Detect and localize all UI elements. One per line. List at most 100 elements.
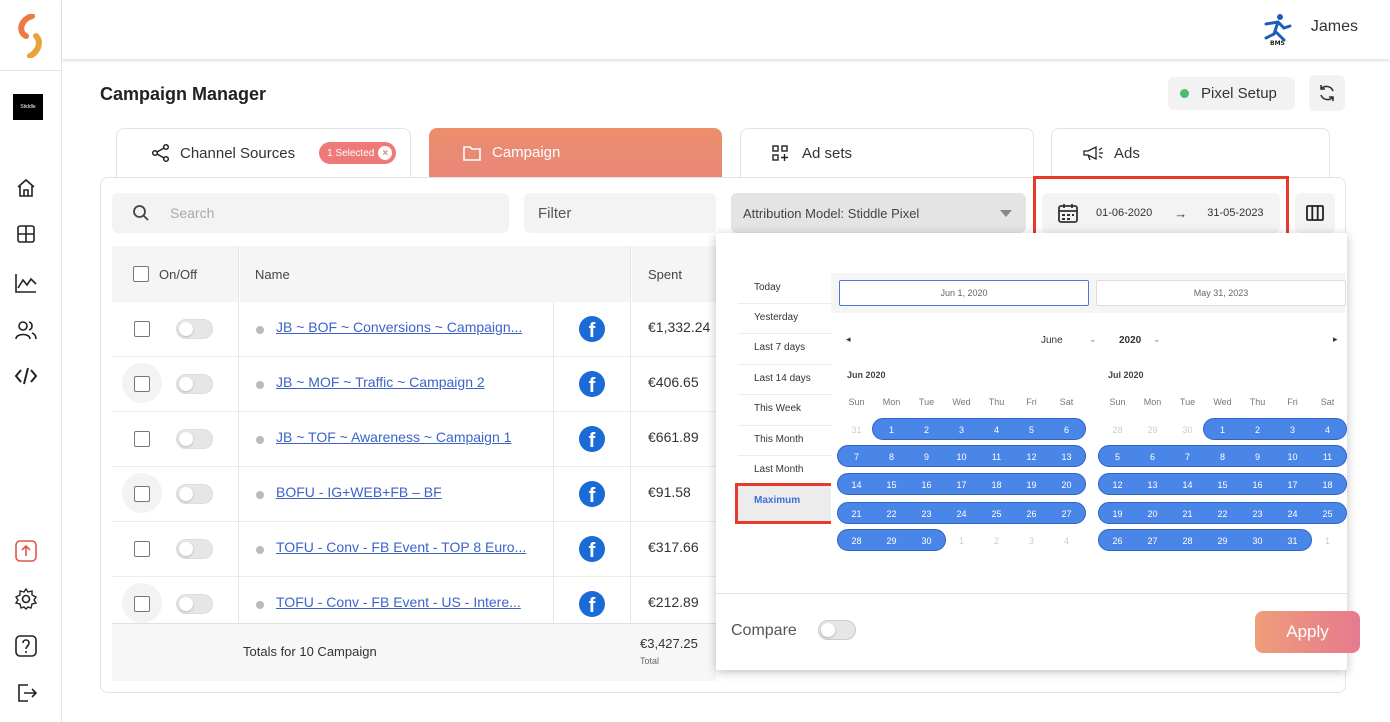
calendar-day[interactable]: 17 <box>1275 475 1310 495</box>
calendar-day[interactable]: 7 <box>1170 447 1205 467</box>
calendar-day[interactable]: 8 <box>1205 447 1240 467</box>
preset-last-14-days[interactable]: Last 14 days <box>754 373 811 384</box>
campaign-name-link[interactable]: JB ~ MOF ~ Traffic ~ Campaign 2 <box>276 374 485 390</box>
logout-icon[interactable] <box>13 680 39 706</box>
calendar-day[interactable]: 25 <box>1310 504 1345 524</box>
search-input[interactable]: Search <box>112 193 509 233</box>
row-status-toggle[interactable] <box>176 319 213 339</box>
preset-this-week[interactable]: This Week <box>754 403 801 414</box>
calendar-day[interactable]: 12 <box>1014 447 1049 467</box>
calendar-day[interactable]: 1 <box>874 420 909 440</box>
row-status-toggle[interactable] <box>176 484 213 504</box>
calendar-day[interactable]: 16 <box>909 475 944 495</box>
campaign-name-link[interactable]: JB ~ BOF ~ Conversions ~ Campaign... <box>276 319 522 335</box>
calendar-day[interactable]: 9 <box>909 447 944 467</box>
calendar-day[interactable]: 19 <box>1014 475 1049 495</box>
campaign-name-link[interactable]: TOFU - Conv - FB Event - US - Intere... <box>276 594 521 610</box>
calendar-day[interactable]: 23 <box>1240 504 1275 524</box>
calendar-day[interactable]: 4 <box>1049 531 1084 551</box>
calendar-day[interactable]: 21 <box>839 504 874 524</box>
calendar-day[interactable]: 24 <box>944 504 979 524</box>
table-row[interactable]: JB ~ MOF ~ Traffic ~ Campaign 2 f €406.65 <box>112 357 716 412</box>
row-checkbox[interactable] <box>134 596 150 612</box>
app-logo-icon[interactable] <box>14 14 46 58</box>
calendar-day[interactable]: 20 <box>1135 504 1170 524</box>
row-checkbox[interactable] <box>134 486 150 502</box>
calendar-day[interactable]: 28 <box>1170 531 1205 551</box>
upload-icon[interactable] <box>13 538 39 564</box>
calendar-day[interactable]: 3 <box>1014 531 1049 551</box>
calendar-day[interactable]: 15 <box>1205 475 1240 495</box>
row-checkbox[interactable] <box>134 321 150 337</box>
calendar-day[interactable]: 25 <box>979 504 1014 524</box>
calendar-day[interactable]: 31 <box>1275 531 1310 551</box>
attribution-model-select[interactable]: Attribution Model: Stiddle Pixel <box>731 193 1026 233</box>
calendar-day[interactable]: 11 <box>979 447 1014 467</box>
dashboard-grid-icon[interactable] <box>13 221 39 247</box>
row-status-toggle[interactable] <box>176 539 213 559</box>
calendar-day[interactable]: 29 <box>874 531 909 551</box>
calendar-day[interactable]: 12 <box>1100 475 1135 495</box>
calendar-day[interactable]: 10 <box>944 447 979 467</box>
users-icon[interactable] <box>13 317 39 343</box>
year-select[interactable]: 2020 <box>1119 335 1141 346</box>
column-header-spent[interactable]: Spent <box>632 246 716 302</box>
calendar-day[interactable]: 11 <box>1310 447 1345 467</box>
calendar-day[interactable]: 16 <box>1240 475 1275 495</box>
calendar-day[interactable]: 26 <box>1100 531 1135 551</box>
calendar-day[interactable]: 4 <box>979 420 1014 440</box>
prev-month-icon[interactable]: ◂ <box>846 334 851 345</box>
calendar-day[interactable]: 31 <box>839 420 874 440</box>
preset-today[interactable]: Today <box>754 282 781 293</box>
calendar-day[interactable]: 9 <box>1240 447 1275 467</box>
calendar-day[interactable]: 2 <box>1240 420 1275 440</box>
table-row[interactable]: JB ~ BOF ~ Conversions ~ Campaign... f €1,… <box>112 302 716 357</box>
filter-input[interactable]: Filter <box>524 193 716 233</box>
calendar-day[interactable]: 7 <box>839 447 874 467</box>
calendar-day[interactable]: 21 <box>1170 504 1205 524</box>
calendar-day[interactable]: 3 <box>944 420 979 440</box>
end-date-input[interactable]: May 31, 2023 <box>1096 280 1346 306</box>
preset-last-month[interactable]: Last Month <box>754 464 803 475</box>
calendar-day[interactable]: 14 <box>839 475 874 495</box>
calendar-day[interactable]: 28 <box>839 531 874 551</box>
calendar-day[interactable]: 30 <box>1170 420 1205 440</box>
clear-selection-icon[interactable]: × <box>378 146 393 160</box>
calendar-day[interactable]: 18 <box>1310 475 1345 495</box>
preset-this-month[interactable]: This Month <box>754 434 803 445</box>
tab-channel-sources[interactable]: Channel Sources 1 Selected × <box>116 128 411 177</box>
selected-badge[interactable]: 1 Selected × <box>319 142 397 164</box>
table-row[interactable]: BOFU - IG+WEB+FB – BF f €91.58 <box>112 467 716 522</box>
analytics-chart-icon[interactable] <box>13 270 39 296</box>
calendar-day[interactable]: 1 <box>1205 420 1240 440</box>
refresh-button[interactable] <box>1309 75 1345 111</box>
table-row[interactable]: JB ~ TOF ~ Awareness ~ Campaign 1 f €661.8… <box>112 412 716 467</box>
tab-ads[interactable]: Ads <box>1051 128 1330 177</box>
calendar-day[interactable]: 24 <box>1275 504 1310 524</box>
campaign-name-link[interactable]: TOFU - Conv - FB Event - TOP 8 Euro... <box>276 539 526 555</box>
preset-last-7-days[interactable]: Last 7 days <box>754 342 805 353</box>
brand-thumbnail[interactable]: Stiddle <box>13 94 43 120</box>
calendar-day[interactable]: 18 <box>979 475 1014 495</box>
calendar-day[interactable]: 27 <box>1049 504 1084 524</box>
calendar-day[interactable]: 1 <box>1310 531 1345 551</box>
preset-yesterday[interactable]: Yesterday <box>754 312 798 323</box>
help-icon[interactable] <box>13 633 39 659</box>
calendar-day[interactable]: 13 <box>1049 447 1084 467</box>
code-icon[interactable] <box>13 363 39 389</box>
calendar-day[interactable]: 30 <box>1240 531 1275 551</box>
calendar-day[interactable]: 1 <box>944 531 979 551</box>
tab-campaign[interactable]: Campaign <box>429 128 722 177</box>
tab-ad-sets[interactable]: Ad sets <box>740 128 1034 177</box>
calendar-day[interactable]: 3 <box>1275 420 1310 440</box>
row-status-toggle[interactable] <box>176 374 213 394</box>
user-name[interactable]: James <box>1311 18 1358 36</box>
row-checkbox[interactable] <box>134 541 150 557</box>
calendar-day[interactable]: 2 <box>979 531 1014 551</box>
calendar-day[interactable]: 10 <box>1275 447 1310 467</box>
pixel-setup-button[interactable]: Pixel Setup <box>1168 77 1295 110</box>
settings-gear-icon[interactable] <box>13 586 39 612</box>
compare-toggle[interactable] <box>818 620 856 640</box>
calendar-day[interactable]: 17 <box>944 475 979 495</box>
row-status-toggle[interactable] <box>176 594 213 614</box>
